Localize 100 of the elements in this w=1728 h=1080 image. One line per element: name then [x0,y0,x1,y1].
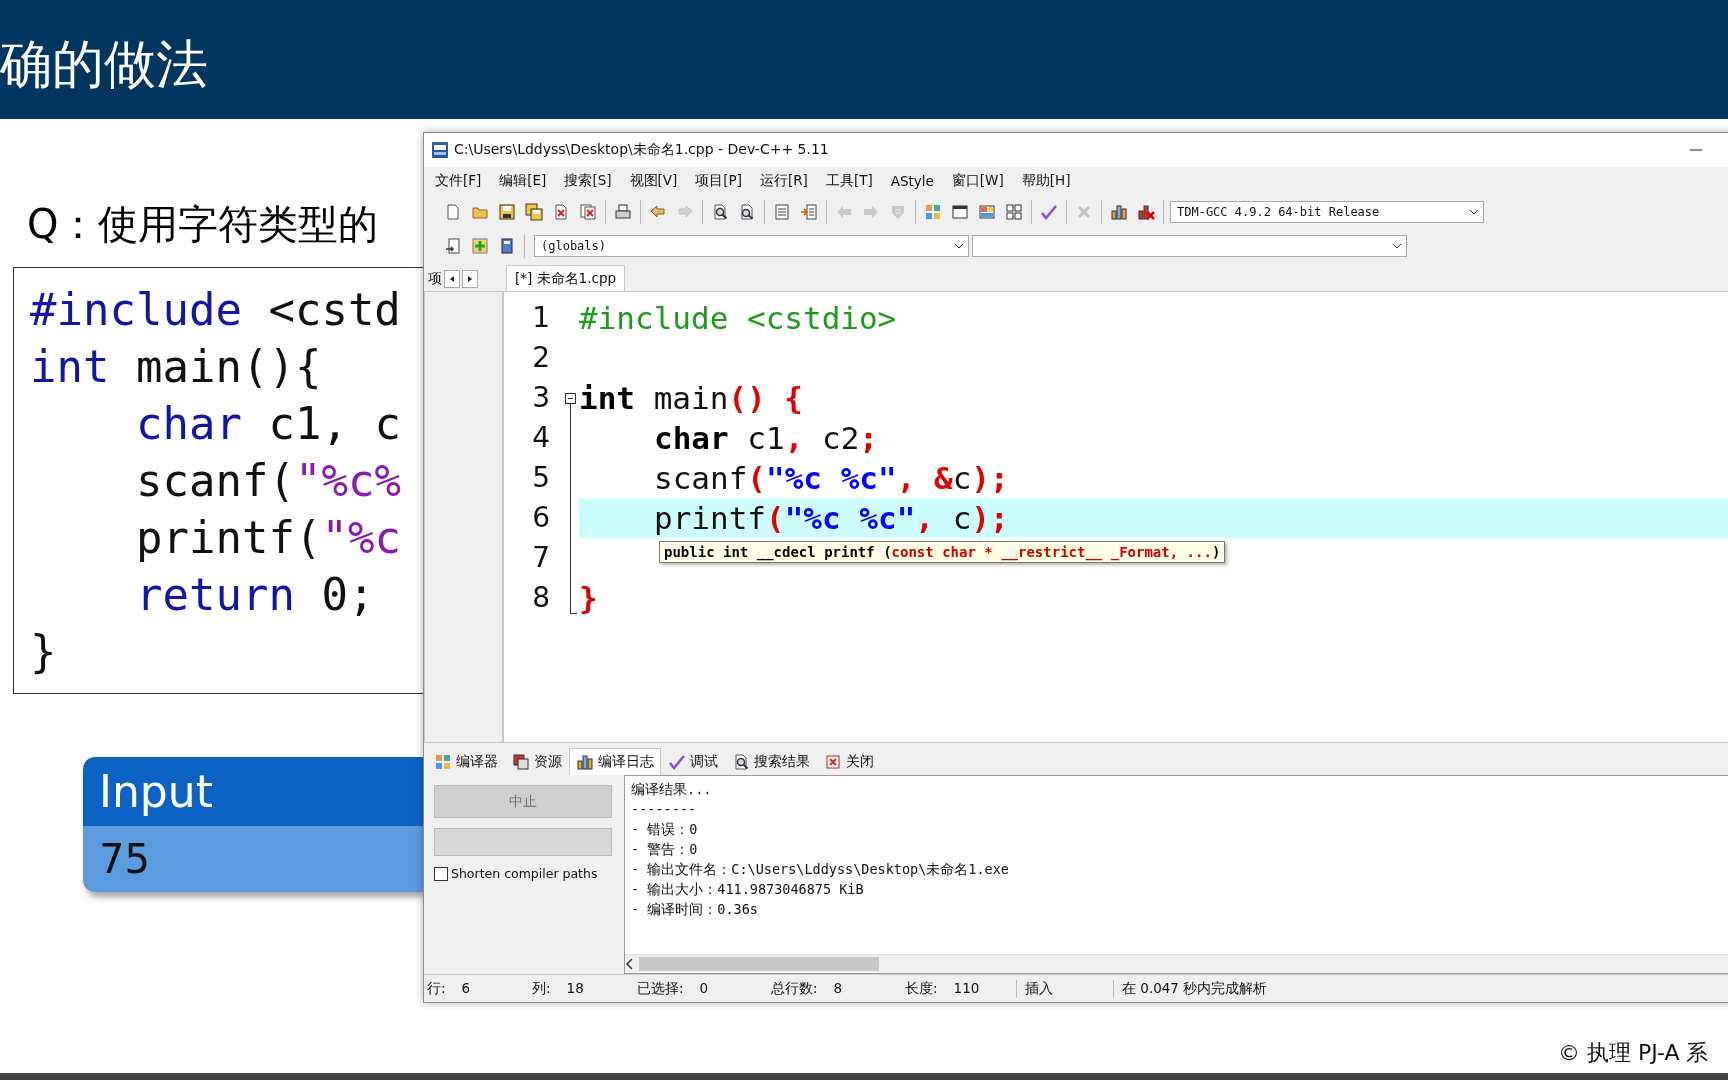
book-icon[interactable] [498,237,516,255]
fold-bracket-icon[interactable] [565,393,577,614]
line-number: 7 [531,540,550,576]
scroll-left-icon[interactable] [625,958,635,970]
stack-icon [512,753,530,771]
input-label: Input [99,766,213,817]
panel-tab[interactable]: 搜索结果 [725,748,817,775]
code-line: } [579,579,599,618]
add-icon[interactable] [471,237,489,255]
question-text: Q：使用字符类型的 [27,200,379,249]
menu-item[interactable]: 窗口[W] [942,170,1013,192]
search-icon [732,753,750,771]
panel-tab[interactable]: 编译器 [427,748,505,775]
input-value: 75 [99,836,150,882]
grid-icon[interactable] [924,203,942,221]
checkbox-label: Shorten compiler paths [451,866,598,881]
line-number: 5 [531,460,550,496]
status-label: 插入 [1025,980,1053,998]
code-editor[interactable]: 1 #include <cstdio> 2 3 int main() { 4 char c1, c2; 5 scanf("%c %c", &c); 6 printf("%c %c", c); 7 8 } public int __cdecl printf (const char * __restrict__ _Format, ...) [503,291,1728,743]
code-line: #include <cstdio> [579,299,898,338]
code-line: #include <cstd [30,283,401,337]
chevron-icon [1392,242,1402,250]
status-label: 总行数: [771,980,818,998]
app-icon [432,142,448,158]
status-label: 已选择: [637,980,684,998]
search-icon[interactable] [711,203,729,221]
code-line: char c1, c2; [653,419,879,458]
log-line: - 输出大小：411.9873046875 KiB [631,880,864,899]
panel-tab[interactable]: 关闭 [817,748,881,775]
line-number: 6 [531,500,550,536]
panel-tab[interactable]: 资源 [505,748,569,775]
code-line: return 0; [135,568,375,622]
status-label: 列: [532,980,551,998]
log-line: -------- [631,800,697,819]
save-icon[interactable] [498,203,516,221]
close-all-icon[interactable] [579,203,597,221]
status-value: 18 [566,980,584,998]
menu-item[interactable]: 工具[T] [816,170,882,192]
list-arrow-icon[interactable] [800,203,818,221]
scope-select[interactable]: (globals) [534,235,969,257]
menu-item[interactable]: 编辑[E] [490,170,556,192]
slide-title: 确的做法 [0,32,208,96]
menu-item[interactable]: 搜索[S] [555,170,621,192]
scroll-right-icon[interactable] [466,273,474,285]
menu-item[interactable]: 运行[R] [750,170,817,192]
code-line: int main(){ [30,340,322,394]
check-icon [668,753,686,771]
bar-chart-icon[interactable] [1110,203,1128,221]
scrollbar[interactable] [625,954,1728,973]
code-line: } [30,625,57,679]
print-icon[interactable] [614,203,632,221]
log-line: - 警告：0 [631,840,698,859]
status-label: 长度: [905,980,938,998]
panel-tab[interactable]: 项 [428,270,442,288]
log-line: - 输出文件名：C:\Users\Lddyss\Desktop\未命名1.exe [631,860,1009,879]
panel-tab[interactable]: 调试 [661,748,725,775]
close-icon [824,753,842,771]
chevron-icon [954,242,964,250]
layout-icon[interactable] [978,203,996,221]
scrollbar-thumb[interactable] [639,957,879,971]
tiles-icon[interactable] [1005,203,1023,221]
status-value: 110 [953,980,980,998]
signature-tooltip: public int __cdecl printf (const char * __restrict__ _Format, ...) [659,541,1226,563]
status-value: 8 [833,980,843,998]
menu-item[interactable]: 文件[F] [426,170,491,192]
panel-tab[interactable]: 编译日志 [569,748,661,775]
save-all-icon[interactable] [525,203,543,221]
status-label: 行: [427,980,446,998]
file-tab[interactable]: [*] 未命名1.cpp [506,265,626,291]
menu-item[interactable]: 视图[V] [620,170,687,192]
menu-item[interactable]: 项目[P] [686,170,751,192]
checkbox[interactable] [434,866,448,881]
line-number: 1 [531,300,550,336]
list-icon[interactable] [773,203,791,221]
compiler-select[interactable]: TDM-GCC 4.9.2 64-bit Release [1170,201,1484,223]
menu-item[interactable]: 帮助[H] [1012,170,1080,192]
scroll-left-icon[interactable] [448,273,456,285]
code-line: scanf("%c% [135,454,401,508]
line-number: 3 [531,380,550,416]
blank-page-icon[interactable] [444,203,462,221]
chart-cross-icon[interactable] [1137,203,1155,221]
status-value: 6 [461,980,471,998]
window-icon[interactable] [951,203,969,221]
code-line: char c1, c [135,397,401,451]
code-line: scanf("%c %c", &c); [653,459,1010,498]
log-line: 编译结果... [631,780,712,799]
grid-icon [434,753,452,771]
status-value: 0 [699,980,709,998]
log-line: - 错误：0 [631,820,698,839]
log-line: - 编译时间：0.36s [631,900,758,919]
page-arrow-icon[interactable] [444,237,462,255]
copyright-text: © 执理 PJ-A 系 [1558,1039,1709,1067]
window-title: C:\Users\Lddyss\Desktop\未命名1.cpp - Dev-C++ 5.11 [454,141,829,159]
line-number: 2 [531,340,550,376]
close-file-icon[interactable] [552,203,570,221]
code-line: int main() { [579,379,804,418]
bar-chart-icon [576,753,594,771]
page-search-icon[interactable] [738,203,756,221]
check-icon[interactable] [1040,203,1058,221]
menu-item[interactable]: AStyle [881,171,943,191]
